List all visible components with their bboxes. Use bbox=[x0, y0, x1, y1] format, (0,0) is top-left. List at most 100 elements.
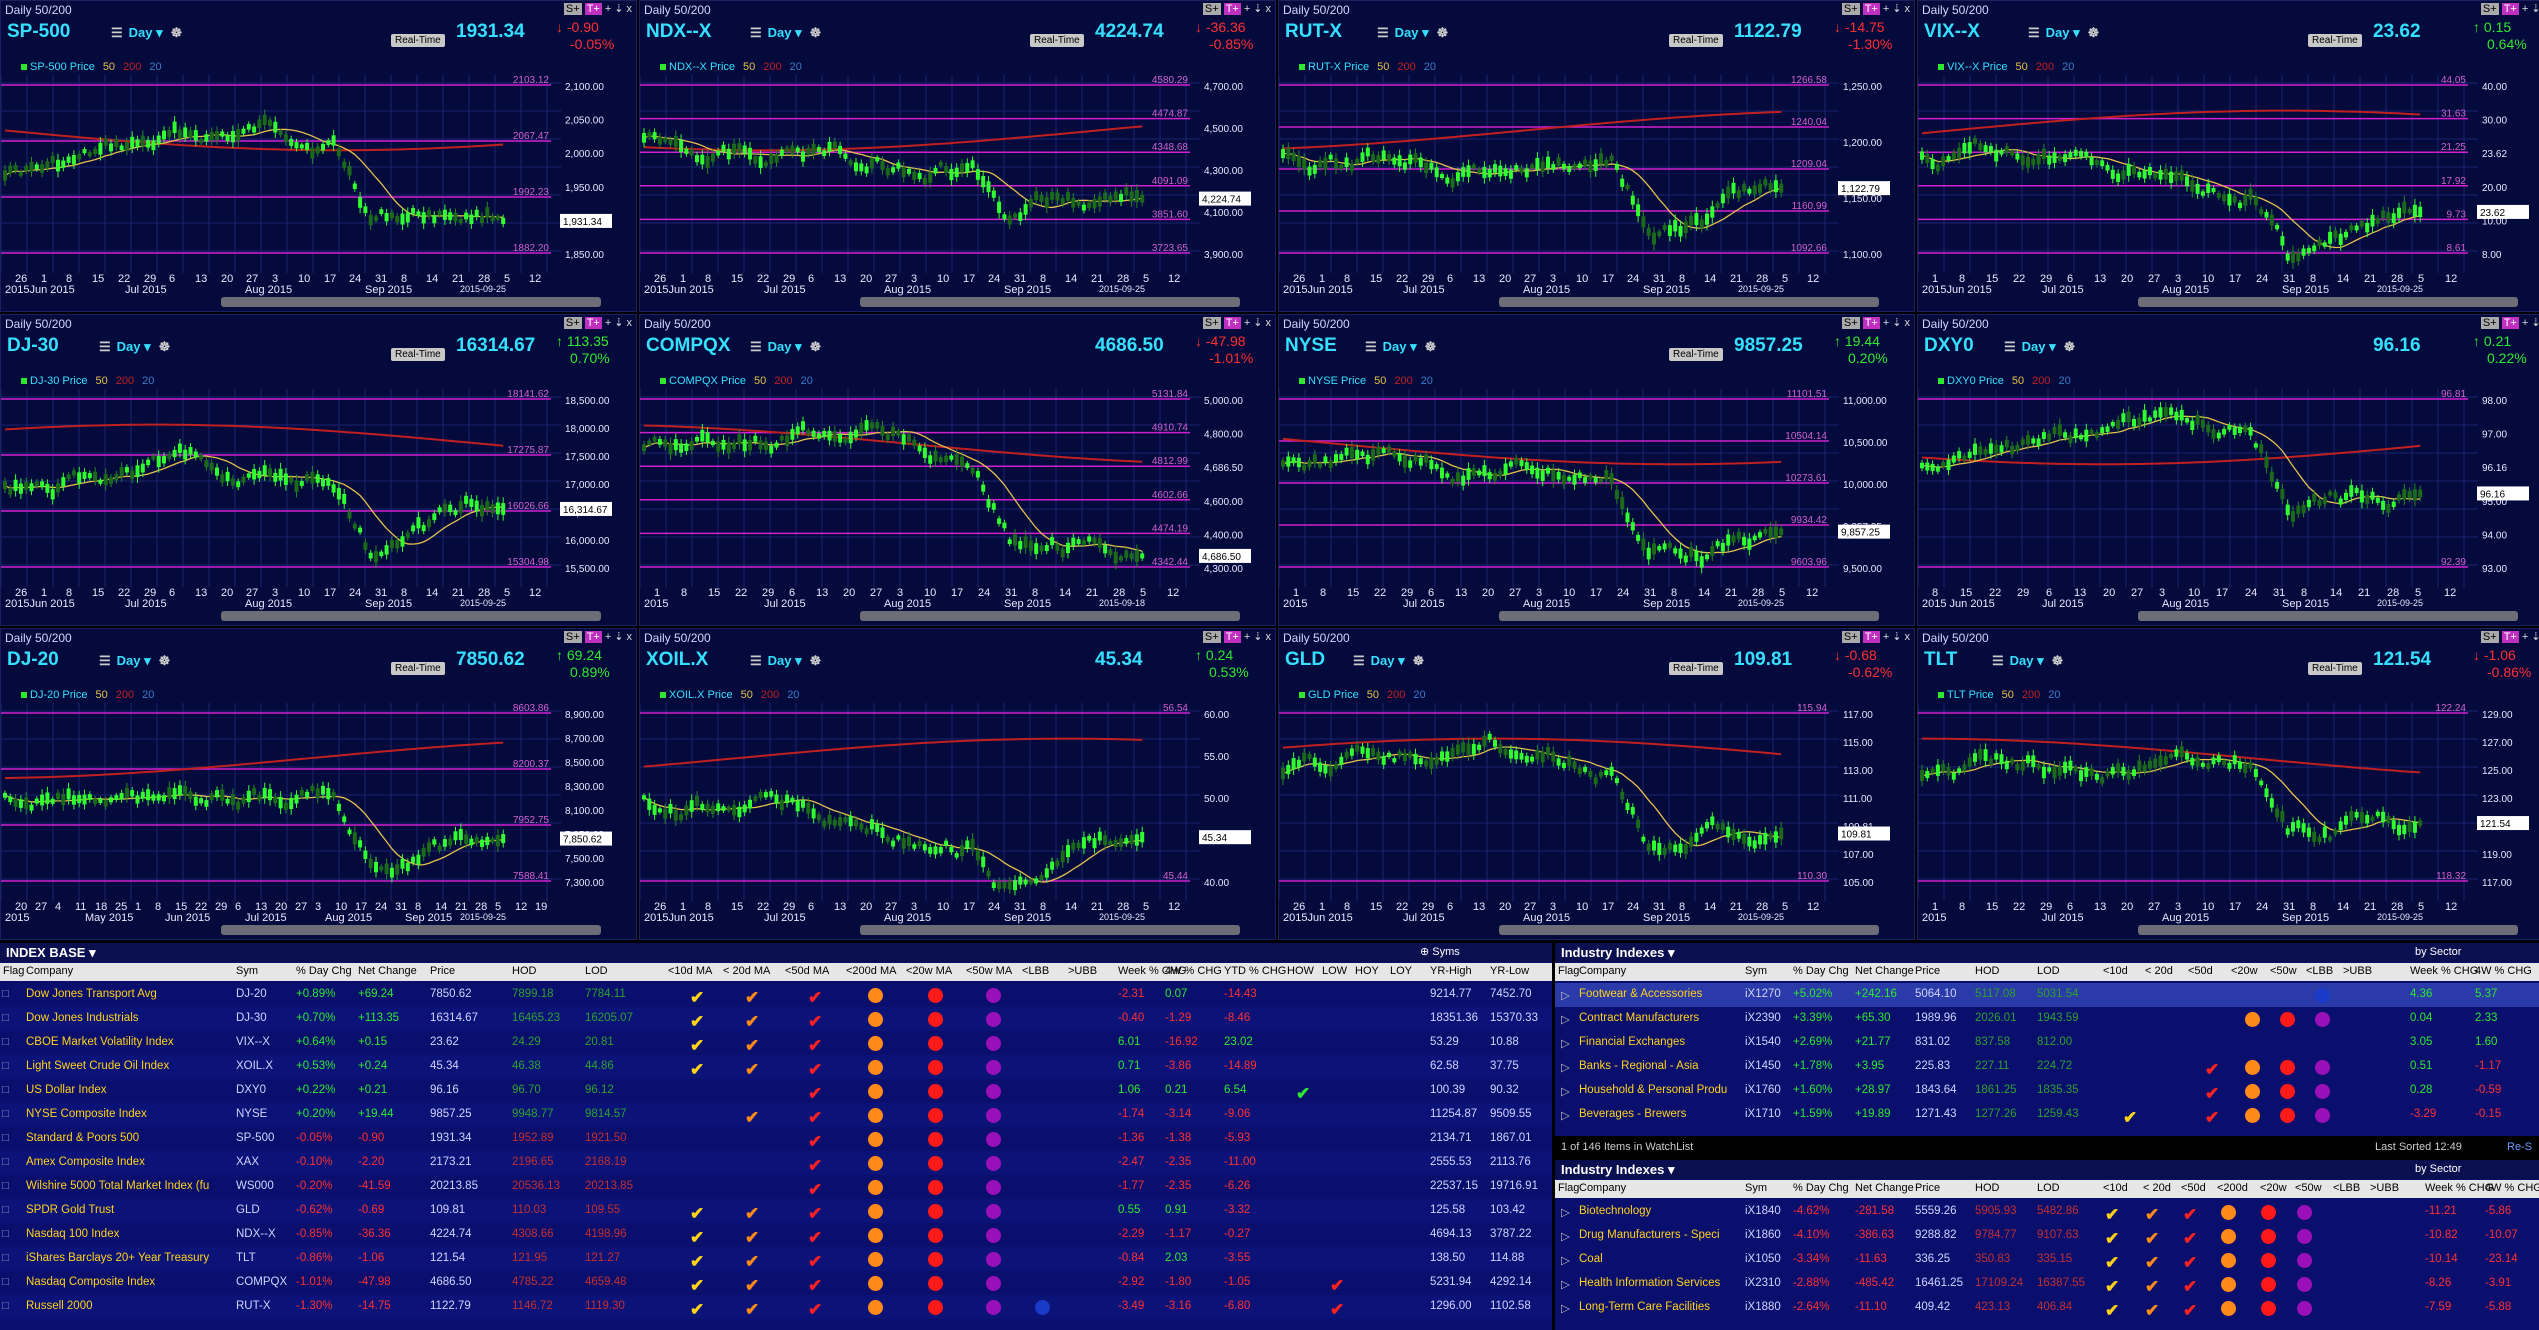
close-icon[interactable]: x bbox=[1905, 317, 1911, 329]
globe-icon[interactable]: ☸ bbox=[1425, 339, 1437, 354]
download-icon[interactable]: ⇣ bbox=[2531, 2, 2539, 15]
row-flag[interactable]: □ bbox=[2, 1156, 9, 1168]
study-add-icon[interactable]: S+ bbox=[2480, 631, 2499, 643]
expand-icon[interactable]: ▷ bbox=[1561, 1084, 1570, 1098]
table-row[interactable]: □ Nasdaq 100 Index NDX--X -0.85% -36.36 4224.… bbox=[0, 1223, 1552, 1247]
symbol-label[interactable]: GLD bbox=[1285, 649, 1325, 671]
dropdown-icon[interactable]: ▾ bbox=[1668, 1162, 1675, 1177]
timeframe-select[interactable]: ☰ Day ▾ ☸ bbox=[111, 25, 182, 41]
expand-icon[interactable]: ▷ bbox=[1561, 1108, 1570, 1122]
column-header[interactable]: Price bbox=[430, 965, 455, 977]
expand-icon[interactable]: ▷ bbox=[1561, 1060, 1570, 1074]
timeframe-select[interactable]: ☰ Day ▾ ☸ bbox=[99, 339, 170, 355]
add-icon[interactable]: + bbox=[1244, 3, 1250, 15]
add-icon[interactable]: + bbox=[1883, 317, 1889, 329]
chart-panel-dxy0[interactable]: Daily 50/200S+T++⇣xDXY0☰Day ▾☸96.16↑ 0.2… bbox=[1917, 314, 2539, 626]
chart-panel-sp-500[interactable]: Daily 50/200 S+ T+ + ⇣ x SP-500 ☰ Day ▾ ☸ Real-Tim… bbox=[0, 0, 637, 312]
dropdown-icon[interactable]: ▾ bbox=[1668, 945, 1675, 960]
row-flag[interactable]: □ bbox=[2, 1300, 9, 1312]
study-add-icon[interactable]: S+ bbox=[1202, 317, 1221, 329]
column-header[interactable]: Company bbox=[1579, 1182, 1626, 1194]
column-header[interactable]: Sym bbox=[236, 965, 258, 977]
globe-icon[interactable]: ☸ bbox=[159, 339, 171, 354]
time-scrollbar[interactable] bbox=[221, 611, 601, 621]
row-flag[interactable]: □ bbox=[2, 1036, 9, 1048]
template-icon[interactable]: T+ bbox=[1223, 317, 1241, 329]
expand-icon[interactable]: ▷ bbox=[1561, 1229, 1570, 1243]
chart-panel-xoil.x[interactable]: Daily 50/200 S+ T+ + ⇣ x XOIL.X ☰ Day ▾ ☸ 45.34 ↑ 0… bbox=[639, 628, 1276, 940]
study-add-icon[interactable]: S+ bbox=[563, 317, 582, 329]
time-scrollbar[interactable] bbox=[2138, 297, 2518, 307]
study-add-icon[interactable]: S+ bbox=[563, 631, 582, 643]
column-header[interactable]: Price bbox=[1915, 1182, 1940, 1194]
add-icon[interactable]: + bbox=[605, 317, 611, 329]
timeframe-select[interactable]: ☰ Day ▾ ☸ bbox=[750, 25, 821, 41]
table-row[interactable]: ▷ Long-Term Care Facilities iX1880 -2.64% -1… bbox=[1555, 1296, 2539, 1320]
column-header[interactable]: <200d bbox=[2217, 1182, 2248, 1194]
column-header[interactable]: LOD bbox=[585, 965, 608, 977]
column-header[interactable]: <20w bbox=[2260, 1182, 2287, 1194]
download-icon[interactable]: ⇣ bbox=[1253, 630, 1262, 643]
close-icon[interactable]: x bbox=[1266, 317, 1272, 329]
template-icon[interactable]: T+ bbox=[2501, 317, 2519, 329]
add-icon[interactable]: + bbox=[605, 3, 611, 15]
add-icon[interactable]: + bbox=[2522, 631, 2528, 643]
column-header[interactable]: Company bbox=[1579, 965, 1626, 977]
column-header[interactable]: <50w MA bbox=[966, 965, 1012, 977]
time-scrollbar[interactable] bbox=[1499, 611, 1879, 621]
chart-panel-gld[interactable]: Daily 50/200 S+ T+ + ⇣ x GLD ☰ Day ▾ ☸ Real-Time 10… bbox=[1278, 628, 1915, 940]
time-scrollbar[interactable] bbox=[2138, 611, 2518, 621]
column-header[interactable]: <20w bbox=[2231, 965, 2258, 977]
download-icon[interactable]: ⇣ bbox=[1253, 2, 1262, 15]
column-header[interactable]: HOD bbox=[1975, 1182, 1999, 1194]
expand-icon[interactable]: ▷ bbox=[1561, 1277, 1570, 1291]
row-flag[interactable]: □ bbox=[2, 988, 9, 1000]
time-scrollbar[interactable] bbox=[860, 297, 1240, 307]
close-icon[interactable]: x bbox=[627, 631, 633, 643]
table-row[interactable]: ▷ Biotechnology iX1840 -4.62% -281.58 5559.26… bbox=[1555, 1200, 2539, 1224]
template-icon[interactable]: T+ bbox=[584, 631, 602, 643]
column-header[interactable]: <50d MA bbox=[785, 965, 829, 977]
time-scrollbar[interactable] bbox=[1499, 297, 1879, 307]
symbol-label[interactable]: VIX--X bbox=[1924, 21, 1980, 43]
close-icon[interactable]: x bbox=[627, 317, 633, 329]
row-flag[interactable]: □ bbox=[2, 1252, 9, 1264]
column-header[interactable]: HOW bbox=[1287, 965, 1314, 977]
symbol-label[interactable]: DXY0 bbox=[1924, 335, 1974, 357]
globe-icon[interactable]: ☸ bbox=[810, 339, 822, 354]
row-flag[interactable]: □ bbox=[2, 1180, 9, 1192]
column-header[interactable]: <20w MA bbox=[906, 965, 952, 977]
chart-panel-nyse[interactable]: Daily 50/200 S+ T+ + ⇣ x NYSE ☰ Day ▾ ☸ Real-Time 9… bbox=[1278, 314, 1915, 626]
add-icon[interactable]: + bbox=[2522, 3, 2528, 15]
column-header[interactable]: % Day Chg bbox=[1793, 1182, 1849, 1194]
column-header[interactable]: <LBB bbox=[2333, 1182, 2360, 1194]
column-header[interactable]: Sym bbox=[1745, 965, 1767, 977]
column-header[interactable]: >UBB bbox=[2343, 965, 2372, 977]
expand-icon[interactable]: ▷ bbox=[1561, 1036, 1570, 1050]
download-icon[interactable]: ⇣ bbox=[2531, 316, 2539, 329]
column-header[interactable]: <50d bbox=[2181, 1182, 2206, 1194]
globe-icon[interactable]: ☸ bbox=[810, 25, 822, 40]
column-header[interactable]: YR-High bbox=[1430, 965, 1472, 977]
table-row[interactable]: ▷ Footwear & Accessories iX1270 +5.02% +242.… bbox=[1555, 983, 2539, 1007]
globe-icon[interactable]: ☸ bbox=[2064, 339, 2076, 354]
template-icon[interactable]: T+ bbox=[1223, 631, 1241, 643]
column-header[interactable]: 4W % CHG bbox=[2475, 965, 2532, 977]
timeframe-select[interactable]: ☰ Day ▾ ☸ bbox=[1377, 25, 1448, 41]
chart-panel-dj-30[interactable]: Daily 50/200 S+ T+ + ⇣ x DJ-30 ☰ Day ▾ ☸ Real-Time… bbox=[0, 314, 637, 626]
study-add-icon[interactable]: S+ bbox=[2480, 3, 2499, 15]
timeframe-select[interactable]: ☰ Day ▾ ☸ bbox=[1353, 653, 1424, 669]
download-icon[interactable]: ⇣ bbox=[614, 630, 623, 643]
table-row[interactable]: □ Dow Jones Transport Avg DJ-20 +0.89% +69.2… bbox=[0, 983, 1552, 1007]
close-icon[interactable]: x bbox=[1266, 631, 1272, 643]
table-row[interactable]: ▷ Coal iX1050 -3.34% -11.63 336.25 350.83 335.1… bbox=[1555, 1248, 2539, 1272]
table-row[interactable]: ▷ Contract Manufacturers iX2390 +3.39% +65.3… bbox=[1555, 1007, 2539, 1031]
timeframe-select[interactable]: ☰ Day ▾ ☸ bbox=[1365, 339, 1436, 355]
column-header[interactable]: LOY bbox=[1390, 965, 1412, 977]
chart-panel-tlt[interactable]: Daily 50/200S+T++⇣xTLT☰Day ▾☸Real-Time12… bbox=[1917, 628, 2539, 940]
table-row[interactable]: □ CBOE Market Volatility Index VIX--X +0.64… bbox=[0, 1031, 1552, 1055]
column-header[interactable]: <50w bbox=[2295, 1182, 2322, 1194]
column-header[interactable]: >UBB bbox=[1068, 965, 1097, 977]
symbol-label[interactable]: DJ-20 bbox=[7, 649, 59, 671]
timeframe-select[interactable]: ☰ Day ▾ ☸ bbox=[1992, 653, 2063, 669]
